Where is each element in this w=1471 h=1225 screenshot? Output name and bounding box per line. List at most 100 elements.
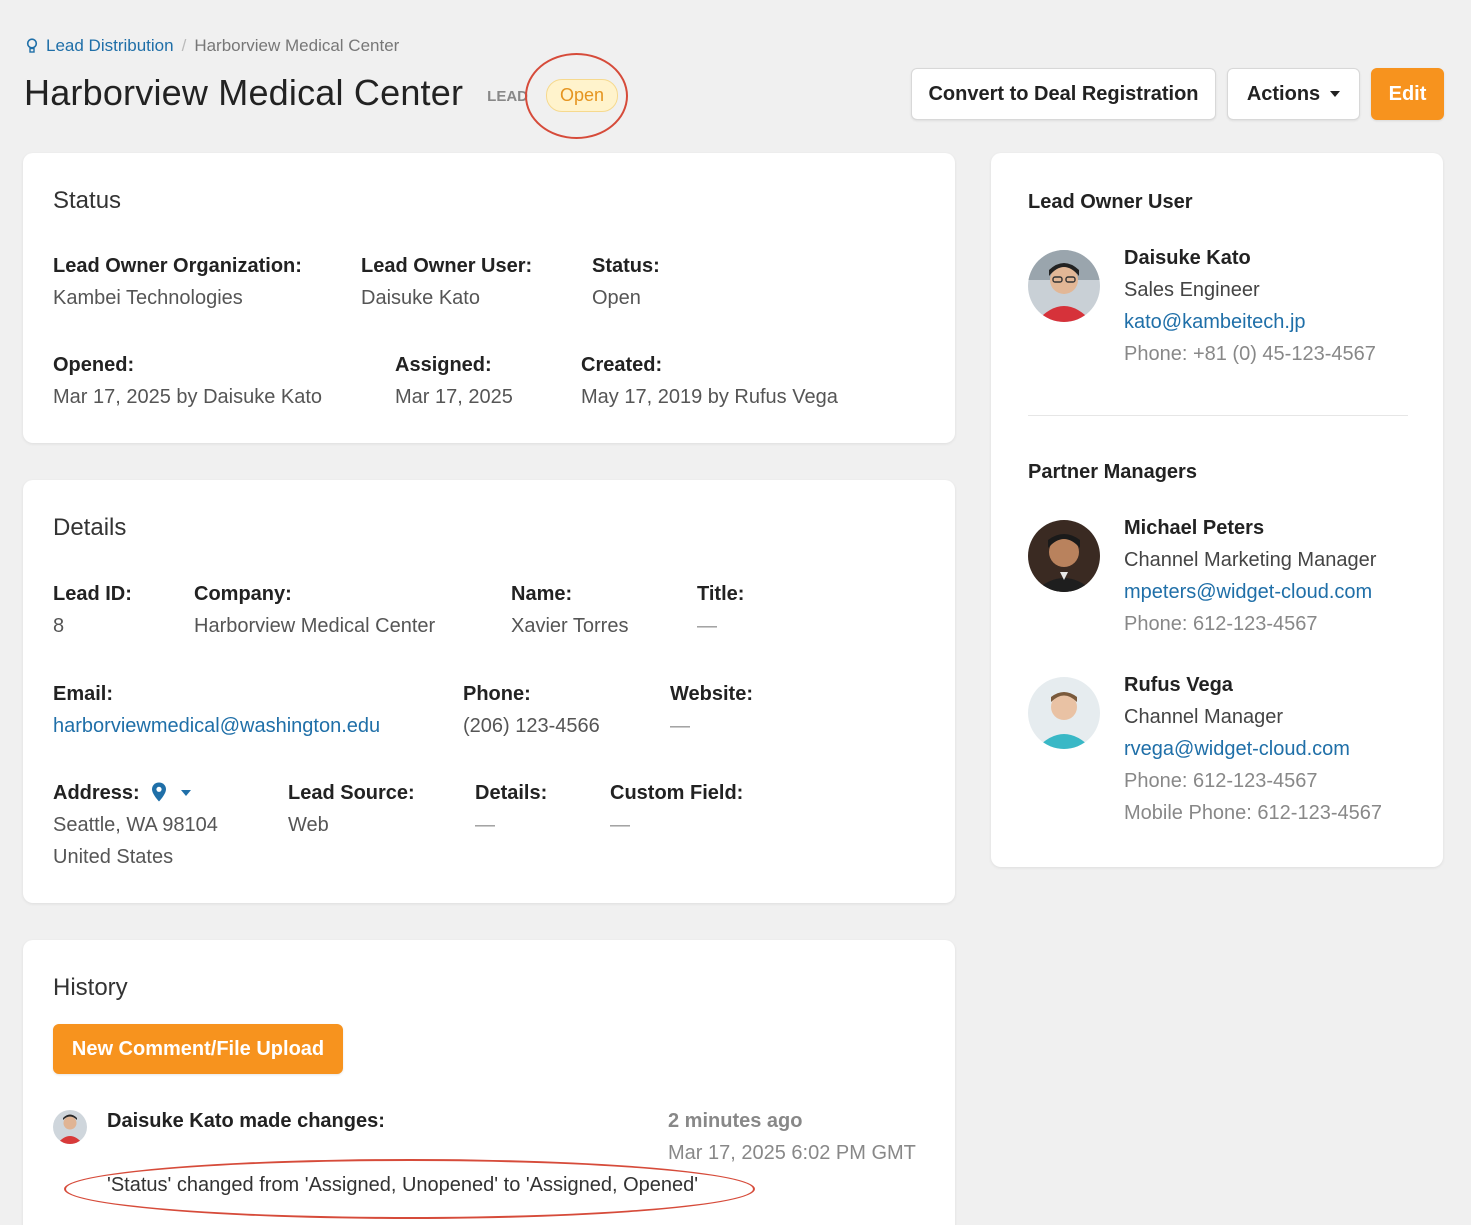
lead-owner-organization-field: Lead Owner Organization: Kambei Technolo… [53, 250, 302, 314]
status-card: Status Lead Owner Organization: Kambei T… [23, 153, 955, 443]
contact-role: Channel Manager [1124, 706, 1283, 728]
field-label: Lead Source: [288, 782, 415, 804]
field-label: Phone: [463, 683, 531, 705]
contact-info: Rufus Vega Channel Manager rvega@widget-… [1124, 669, 1382, 829]
field-value: Open [592, 287, 641, 309]
user-avatar-icon [53, 1110, 87, 1144]
field-label: Email: [53, 683, 114, 705]
lead-owner-user-heading: Lead Owner User [1028, 191, 1193, 213]
history-change-text: 'Status' changed from 'Assigned, Unopene… [107, 1174, 699, 1196]
contact-email-link[interactable]: rvega@widget-cloud.com [1124, 738, 1350, 760]
field-label: Assigned: [395, 354, 492, 376]
field-value: Mar 17, 2025 by Daisuke Kato [53, 386, 323, 408]
field-label: Lead Owner User: [361, 255, 533, 277]
field-value: — [697, 615, 717, 637]
edit-button[interactable]: Edit [1371, 68, 1444, 120]
contact-name: Michael Peters [1124, 517, 1265, 539]
page-title: Harborview Medical Center [24, 72, 464, 113]
contact-info: Daisuke Kato Sales Engineer kato@kambeit… [1124, 242, 1376, 370]
rufus-vega-avatar-icon [1028, 677, 1100, 749]
field-label: Address: [53, 782, 140, 804]
history-author: Daisuke Kato made changes: [107, 1110, 385, 1132]
field-label: Custom Field: [610, 782, 744, 804]
caret-down-icon [1330, 91, 1341, 97]
contact-email-link[interactable]: kato@kambeitech.jp [1124, 311, 1306, 333]
sidebar-card: Lead Owner User Daisuke Kato Sales Engin… [991, 153, 1443, 867]
title-field: Title: — [697, 578, 744, 642]
field-value: Xavier Torres [511, 615, 629, 637]
lightbulb-icon [26, 38, 38, 53]
contact-phone: Phone: 612-123-4567 [1124, 770, 1318, 792]
field-label: Lead Owner Organization: [53, 255, 302, 277]
header-actions: Convert to Deal Registration Actions Edi… [911, 68, 1444, 120]
field-label: Details: [475, 782, 548, 804]
field-value: Daisuke Kato [361, 287, 480, 309]
email-link[interactable]: harborviewmedical@washington.edu [53, 715, 380, 737]
field-label: Title: [697, 583, 745, 605]
contact-name: Daisuke Kato [1124, 247, 1251, 269]
address-line-2: United States [53, 846, 174, 868]
status-field: Status: Open [592, 250, 660, 314]
michael-peters-avatar-icon [1028, 520, 1100, 592]
field-label: Website: [670, 683, 753, 705]
lead-id-field: Lead ID: 8 [53, 578, 132, 642]
field-value: Mar 17, 2025 [395, 386, 513, 408]
contact-role: Sales Engineer [1124, 279, 1260, 301]
history-card: History New Comment/File Upload Daisuke … [23, 940, 955, 1225]
field-value: — [670, 715, 690, 737]
breadcrumb-separator: / [181, 36, 187, 55]
field-value: — [610, 814, 630, 836]
details-card: Details Lead ID: 8 Company: Harborview M… [23, 480, 955, 903]
field-value: — [475, 814, 495, 836]
website-field: Website: — [670, 678, 753, 742]
field-value: 8 [53, 615, 65, 637]
field-value: May 17, 2019 by Rufus Vega [581, 386, 838, 408]
field-label: Company: [194, 583, 292, 605]
actions-dropdown-button[interactable]: Actions [1227, 68, 1360, 120]
contact-name: Rufus Vega [1124, 674, 1233, 696]
lead-owner-user-field: Lead Owner User: Daisuke Kato [361, 250, 532, 314]
field-value: Kambei Technologies [53, 287, 243, 309]
new-comment-file-upload-button[interactable]: New Comment/File Upload [53, 1024, 343, 1074]
field-value: (206) 123-4566 [463, 715, 600, 737]
phone-field: Phone: (206) 123-4566 [463, 678, 600, 742]
field-label: Created: [581, 354, 663, 376]
details-field: Details: — [475, 777, 547, 841]
field-label: Name: [511, 583, 573, 605]
avatar [1028, 520, 1100, 592]
custom-field-field: Custom Field: — [610, 777, 743, 841]
company-field: Company: Harborview Medical Center [194, 578, 435, 642]
history-timestamp: Mar 17, 2025 6:02 PM GMT [668, 1142, 916, 1164]
address-map-toggle[interactable] [145, 782, 191, 804]
opened-field: Opened: Mar 17, 2025 by Daisuke Kato [53, 349, 322, 413]
details-card-title: Details [53, 514, 127, 541]
address-field: Address: Seattle, WA 98104 United States [53, 777, 218, 873]
breadcrumb: Lead Distribution / Harborview Medical C… [26, 36, 399, 56]
convert-to-deal-registration-button[interactable]: Convert to Deal Registration [911, 68, 1216, 120]
breadcrumb-link-lead-distribution[interactable]: Lead Distribution [46, 36, 174, 56]
contact-phone: Phone: 612-123-4567 [1124, 613, 1318, 635]
field-label: Opened: [53, 354, 135, 376]
avatar [53, 1110, 87, 1144]
record-type-tag: LEAD [487, 87, 529, 105]
assigned-field: Assigned: Mar 17, 2025 [395, 349, 513, 413]
field-value: Web [288, 814, 329, 836]
avatar [1028, 250, 1100, 322]
field-label: Lead ID: [53, 583, 132, 605]
caret-down-icon [180, 790, 191, 796]
daisuke-kato-avatar-icon [1028, 250, 1100, 322]
actions-label: Actions [1246, 82, 1321, 105]
field-label: Status: [592, 255, 660, 277]
lead-source-field: Lead Source: Web [288, 777, 415, 841]
field-label-row: Address: [53, 777, 218, 809]
field-value: Harborview Medical Center [194, 615, 436, 637]
partner-managers-heading: Partner Managers [1028, 461, 1197, 483]
contact-info: Michael Peters Channel Marketing Manager… [1124, 512, 1376, 640]
contact-phone: Phone: +81 (0) 45-123-4567 [1124, 343, 1376, 365]
page-header: Harborview Medical Center LEAD Open [24, 72, 619, 114]
contact-mobile-phone: Mobile Phone: 612-123-4567 [1124, 802, 1382, 824]
created-field: Created: May 17, 2019 by Rufus Vega [581, 349, 838, 413]
address-line-1: Seattle, WA 98104 [53, 814, 218, 836]
contact-email-link[interactable]: mpeters@widget-cloud.com [1124, 581, 1372, 603]
email-field: Email: harborviewmedical@washington.edu [53, 678, 380, 742]
